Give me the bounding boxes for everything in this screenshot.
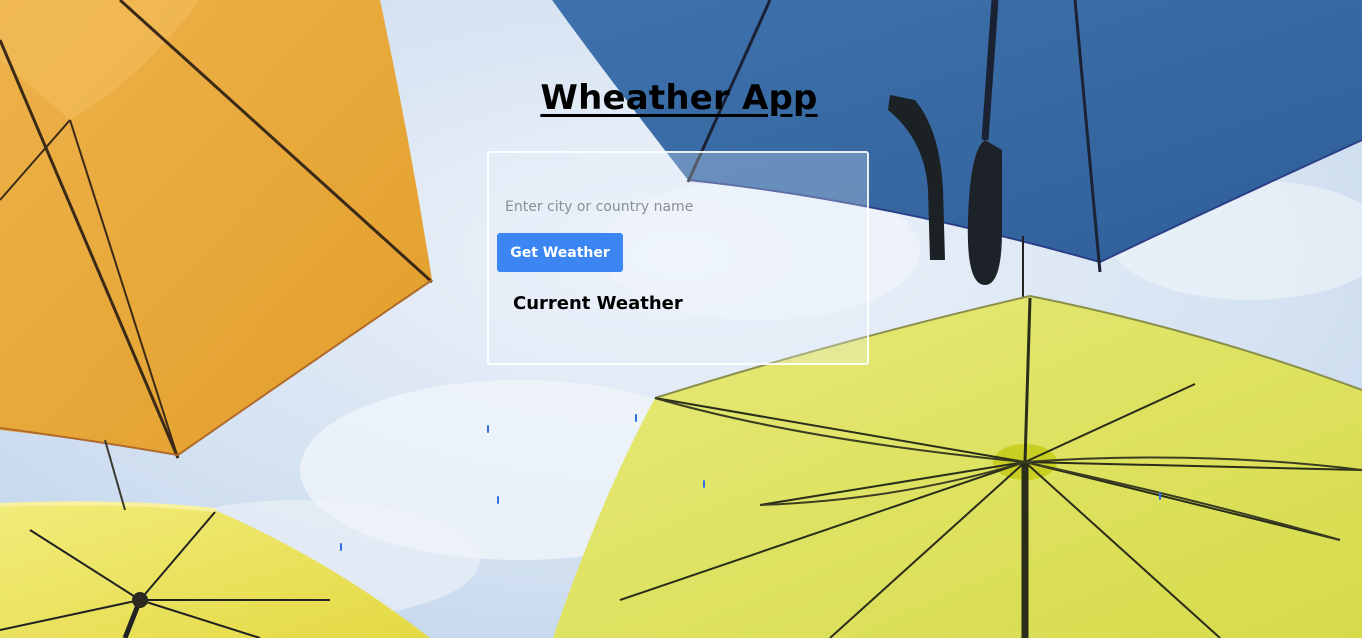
weather-card: Get Weather Current Weather: [487, 151, 869, 365]
city-search-input[interactable]: [497, 191, 835, 223]
rain-drop: [1159, 492, 1161, 500]
rain-drop: [703, 480, 705, 488]
rain-drop: [487, 425, 489, 433]
rain-drop: [340, 543, 342, 551]
get-weather-button[interactable]: Get Weather: [497, 233, 623, 272]
page-title: Wheather App: [540, 78, 818, 118]
rain-drop: [497, 496, 499, 504]
app-root: Wheather App Get Weather Current Weather: [0, 0, 1362, 638]
current-weather-heading: Current Weather: [513, 293, 683, 314]
rain-drop: [635, 414, 637, 422]
